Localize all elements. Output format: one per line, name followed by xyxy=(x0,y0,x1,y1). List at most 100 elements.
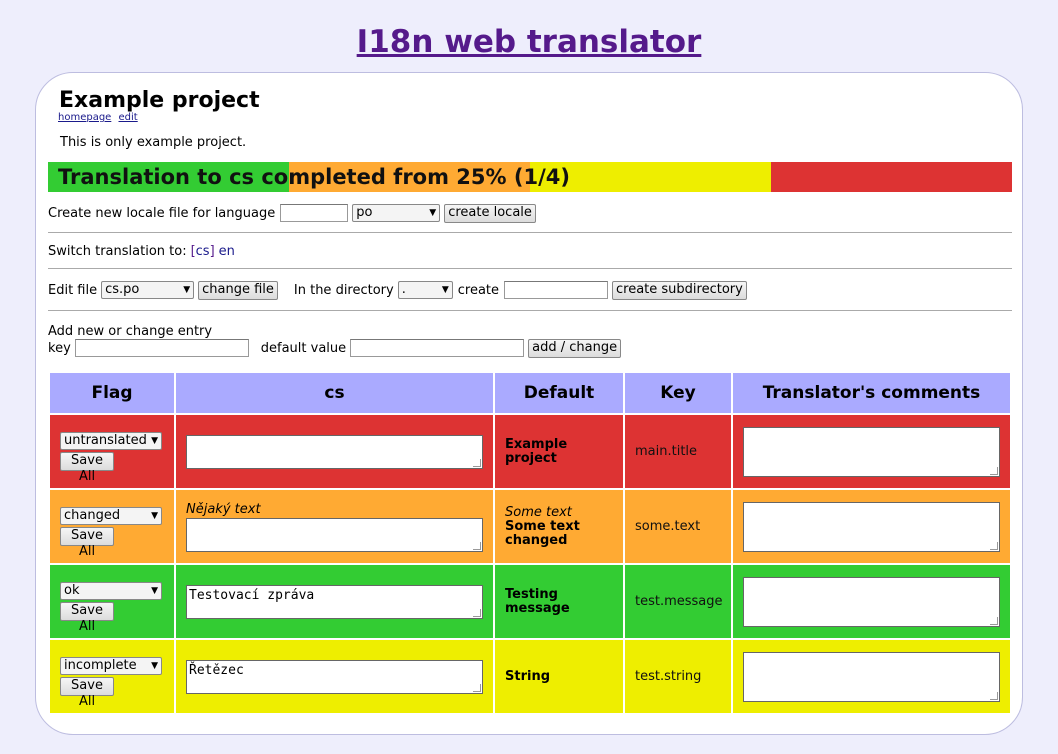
resize-grip-icon[interactable] xyxy=(990,616,998,625)
table-row: changed ▼ Save All Nějaký text Some text S… xyxy=(50,490,1010,563)
cs-textarea[interactable] xyxy=(186,434,483,469)
switch-row: Switch translation to: [cs] en xyxy=(48,242,235,260)
resize-grip-icon[interactable] xyxy=(990,541,998,550)
comment-cell xyxy=(733,490,1010,563)
key-cell: test.message xyxy=(625,565,731,638)
directory-select-value: . xyxy=(401,282,406,297)
previous-default: Some text xyxy=(505,504,572,520)
current-lang-close-bracket: ] xyxy=(209,243,215,259)
directory-select[interactable]: . ▼ xyxy=(397,281,453,299)
resize-grip-icon[interactable] xyxy=(990,466,998,475)
cs-cell xyxy=(176,415,493,488)
default-cell: Testing message xyxy=(495,565,623,638)
cs-textarea[interactable]: Řetězec xyxy=(186,659,483,694)
cs-textarea-value: Řetězec xyxy=(189,662,244,678)
table-row: incomplete ▼ Save All Řetězec String test… xyxy=(50,640,1010,713)
comment-textarea[interactable] xyxy=(743,426,1000,477)
key-input[interactable] xyxy=(74,339,249,357)
flag-select-value: changed xyxy=(64,508,121,523)
site-title-link[interactable]: I18n web translator xyxy=(357,24,702,60)
create-subdirectory-button[interactable]: create subdirectory xyxy=(612,280,747,300)
cs-textarea[interactable]: Testovací zpráva xyxy=(186,584,483,619)
default-value-input[interactable] xyxy=(350,339,525,357)
chevron-down-icon: ▼ xyxy=(429,208,437,218)
divider xyxy=(48,310,1012,311)
chevron-down-icon: ▼ xyxy=(441,285,449,295)
create-locale-button[interactable]: create locale xyxy=(444,203,536,223)
resize-grip-icon[interactable] xyxy=(473,458,481,467)
language-input[interactable] xyxy=(280,204,349,222)
flag-cell: untranslated ▼ Save All xyxy=(50,415,174,488)
site-title: I18n web translator xyxy=(0,22,1058,62)
flag-select-value: untranslated xyxy=(64,433,147,448)
progress-bar: Translation to cs completed from 25% (1/… xyxy=(48,162,1012,192)
translation-table: Flag cs Default Key Translator's comment… xyxy=(48,371,1012,715)
cs-cell: Řetězec xyxy=(176,640,493,713)
header-default: Default xyxy=(495,373,623,413)
current-lang: cs xyxy=(195,243,210,259)
divider xyxy=(48,232,1012,233)
comment-textarea[interactable] xyxy=(743,576,1000,627)
save-all-button[interactable]: Save All xyxy=(60,527,114,559)
resize-grip-icon[interactable] xyxy=(990,691,998,700)
comment-textarea[interactable] xyxy=(743,501,1000,552)
flag-cell: changed ▼ Save All xyxy=(50,490,174,563)
edit-link[interactable]: edit xyxy=(119,112,138,123)
default-value-label: default value xyxy=(260,340,347,356)
subdirectory-input[interactable] xyxy=(504,281,609,299)
default-value: Some text changed xyxy=(505,518,580,548)
key-cell: some.text xyxy=(625,490,731,563)
default-cell: Example project xyxy=(495,415,623,488)
homepage-link[interactable]: homepage xyxy=(58,112,111,123)
flag-select[interactable]: ok ▼ xyxy=(60,582,162,600)
key-cell: test.string xyxy=(625,640,731,713)
flag-cell: ok ▼ Save All xyxy=(50,565,174,638)
resize-grip-icon[interactable] xyxy=(473,608,481,617)
flag-cell: incomplete ▼ Save All xyxy=(50,640,174,713)
flag-select[interactable]: changed ▼ xyxy=(60,507,162,525)
comment-textarea[interactable] xyxy=(743,651,1000,702)
add-entry-heading: Add new or change entry xyxy=(48,323,213,339)
project-description: This is only example project. xyxy=(60,135,247,150)
default-cell: String xyxy=(495,640,623,713)
header-comments: Translator's comments xyxy=(733,373,1010,413)
cs-textarea-value: Testovací zpráva xyxy=(189,587,315,603)
flag-select[interactable]: incomplete ▼ xyxy=(60,657,162,675)
lang-link-en[interactable]: en xyxy=(219,244,235,259)
key-cell: main.title xyxy=(625,415,731,488)
default-value: String xyxy=(505,668,551,684)
progress-text: Translation to cs completed from 25% (1/… xyxy=(58,165,570,189)
header-key: Key xyxy=(625,373,731,413)
project-title: Example project xyxy=(59,88,260,113)
change-file-button[interactable]: change file xyxy=(198,280,278,300)
switch-label: Switch translation to: xyxy=(48,243,187,259)
create-dir-label: create xyxy=(457,282,500,298)
cs-textarea[interactable] xyxy=(186,517,483,552)
cs-cell: Testovací zpráva xyxy=(176,565,493,638)
format-select[interactable]: po ▼ xyxy=(352,204,441,222)
cs-cell: Nějaký text xyxy=(176,490,493,563)
flag-select[interactable]: untranslated ▼ xyxy=(60,432,162,450)
default-value: Example project xyxy=(505,436,568,466)
resize-grip-icon[interactable] xyxy=(473,683,481,692)
save-all-button[interactable]: Save All xyxy=(60,602,114,634)
table-row: ok ▼ Save All Testovací zpráva Testing me… xyxy=(50,565,1010,638)
previous-translation: Nějaký text xyxy=(186,501,261,517)
file-select[interactable]: cs.po ▼ xyxy=(101,281,195,299)
header-flag: Flag xyxy=(50,373,174,413)
key-label: key xyxy=(48,340,71,356)
chevron-down-icon: ▼ xyxy=(183,285,191,295)
default-value: Testing message xyxy=(505,586,570,616)
comment-cell xyxy=(733,415,1010,488)
resize-grip-icon[interactable] xyxy=(473,541,481,550)
create-locale-label: Create new locale file for language xyxy=(48,205,276,221)
chevron-down-icon: ▼ xyxy=(151,586,158,596)
progress-segment-untranslated xyxy=(771,162,1012,192)
add-change-button[interactable]: add / change xyxy=(528,338,622,358)
create-locale-row: Create new locale file for language po ▼ … xyxy=(48,203,536,223)
chevron-down-icon: ▼ xyxy=(151,661,158,671)
save-all-button[interactable]: Save All xyxy=(60,452,114,484)
edit-file-label: Edit file xyxy=(48,282,98,298)
table-row: untranslated ▼ Save All Example project m… xyxy=(50,415,1010,488)
save-all-button[interactable]: Save All xyxy=(60,677,114,709)
